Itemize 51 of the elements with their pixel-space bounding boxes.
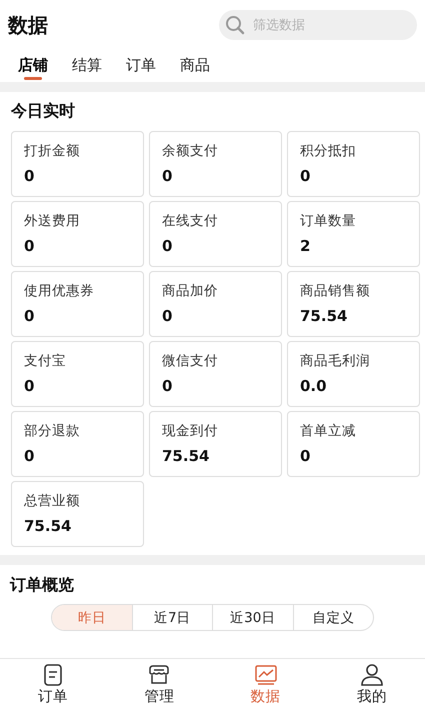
user-icon [360, 662, 384, 686]
stat-label: 使用优惠券 [24, 282, 95, 300]
stat-label: 总营业额 [24, 492, 81, 510]
stat-value: 0 [24, 307, 36, 325]
stat-label: 商品加价 [162, 282, 219, 300]
stat-label: 首单立减 [300, 422, 357, 440]
search-icon [225, 15, 245, 35]
stat-value: 0 [24, 377, 36, 395]
stat-value: 0 [24, 167, 36, 185]
stat-label: 外送费用 [24, 212, 81, 230]
stat-value: 0 [162, 307, 174, 325]
stat-label: 支付宝 [24, 352, 67, 370]
stat-value: 0 [162, 377, 174, 395]
stat-label: 商品销售额 [300, 282, 371, 300]
tab[interactable]: 店铺 [8, 50, 58, 82]
section-title: 订单概览 [8, 574, 75, 596]
stat-value: 0 [24, 447, 36, 465]
stat-value: 0 [24, 237, 36, 255]
stat-label: 订单数量 [300, 212, 357, 230]
chart-icon [254, 662, 278, 686]
page-title: 数据 [8, 12, 48, 38]
storefront-icon [147, 662, 172, 686]
stat-label: 余额支付 [162, 142, 219, 160]
stat-value: 0 [162, 237, 174, 255]
nav-item[interactable]: 订单 [0, 659, 106, 709]
stat-label: 部分退款 [24, 422, 81, 440]
tab[interactable]: 结算 [62, 50, 112, 82]
stat-value: 75.54 [300, 307, 348, 325]
range-option[interactable]: 近7日 [132, 605, 212, 630]
section-title: 今日实时 [11, 100, 76, 122]
stat-label: 打折金额 [24, 142, 81, 160]
stat-value: 0 [300, 447, 312, 465]
stat-label: 现金到付 [162, 422, 219, 440]
stat-value: 75.54 [162, 447, 210, 465]
range-option[interactable]: 近30日 [212, 605, 292, 630]
nav-item[interactable]: 数据 [212, 659, 319, 709]
search-field[interactable]: 筛选数据 [219, 10, 417, 40]
stat-value: 2 [300, 237, 312, 255]
stat-label: 积分抵扣 [300, 142, 357, 160]
stat-value: 0 [162, 167, 174, 185]
nav-item[interactable]: 管理 [106, 659, 212, 709]
nav-item[interactable]: 我的 [318, 659, 425, 709]
stat-value: 0 [300, 167, 312, 185]
stat-value: 75.54 [24, 517, 72, 535]
stat-label: 微信支付 [162, 352, 219, 370]
stat-label: 在线支付 [162, 212, 219, 230]
stat-value: 0.0 [300, 377, 328, 395]
tab[interactable]: 商品 [170, 50, 220, 82]
range-option[interactable]: 自定义 [292, 605, 373, 630]
stat-label: 商品毛利润 [300, 352, 371, 370]
tab[interactable]: 订单 [116, 50, 166, 82]
